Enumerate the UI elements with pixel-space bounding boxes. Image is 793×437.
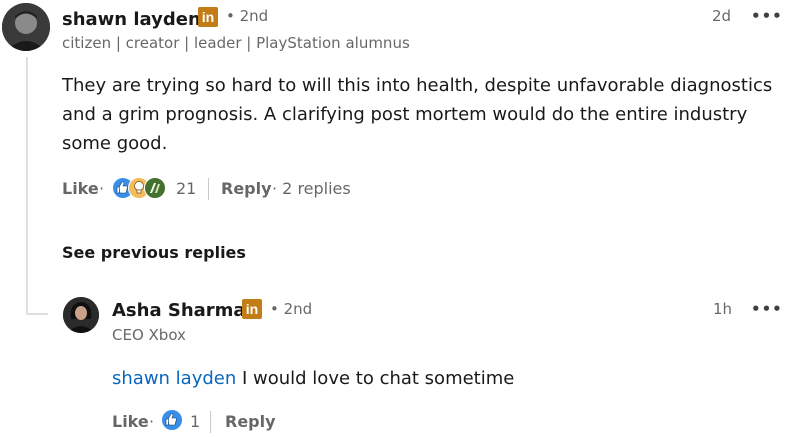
comment-time: 2d (712, 7, 732, 25)
person-photo-icon (63, 297, 99, 333)
reply-button[interactable]: Reply (221, 179, 272, 198)
thread-line (26, 57, 28, 315)
connection-degree: • 2nd (270, 300, 313, 318)
celebrate-icon (144, 177, 166, 199)
see-previous-replies-button[interactable]: See previous replies (62, 243, 246, 262)
replies-count-link[interactable]: · 2 replies (272, 179, 351, 198)
reply-message: I would love to chat sometime (236, 368, 515, 389)
linkedin-badge-icon: in (198, 7, 218, 27)
mention-link[interactable]: shawn layden (112, 368, 236, 389)
avatar[interactable] (2, 3, 50, 51)
author-name[interactable]: shawn layden (62, 9, 201, 30)
thread-connector (26, 313, 48, 315)
like-button[interactable]: Like (62, 179, 99, 198)
avatar[interactable] (63, 297, 99, 333)
reaction-count[interactable]: 1 (190, 412, 200, 431)
like-icon[interactable] (161, 409, 183, 431)
like-button[interactable]: Like (112, 412, 149, 431)
reply-button[interactable]: Reply (225, 412, 276, 431)
reply-time: 1h (713, 300, 733, 318)
separator-dot: · (149, 412, 155, 431)
author-headline: CEO Xbox (112, 326, 186, 344)
connection-degree: • 2nd (226, 7, 269, 25)
reactions-summary[interactable] (112, 177, 174, 201)
linkedin-badge-icon: in (242, 299, 262, 319)
comment-text: They are trying so hard to will this int… (62, 75, 773, 154)
more-options-button[interactable]: ••• (751, 300, 783, 318)
divider (210, 411, 211, 433)
reply-text: shawn layden I would love to chat someti… (112, 364, 514, 393)
author-name[interactable]: Asha Sharma (112, 300, 246, 321)
more-options-button[interactable]: ••• (751, 7, 783, 25)
divider (208, 178, 209, 200)
reaction-count[interactable]: 21 (176, 179, 196, 198)
separator-dot: · (99, 179, 105, 198)
person-photo-icon (2, 3, 50, 51)
author-headline: citizen | creator | leader | PlayStation… (62, 34, 410, 52)
